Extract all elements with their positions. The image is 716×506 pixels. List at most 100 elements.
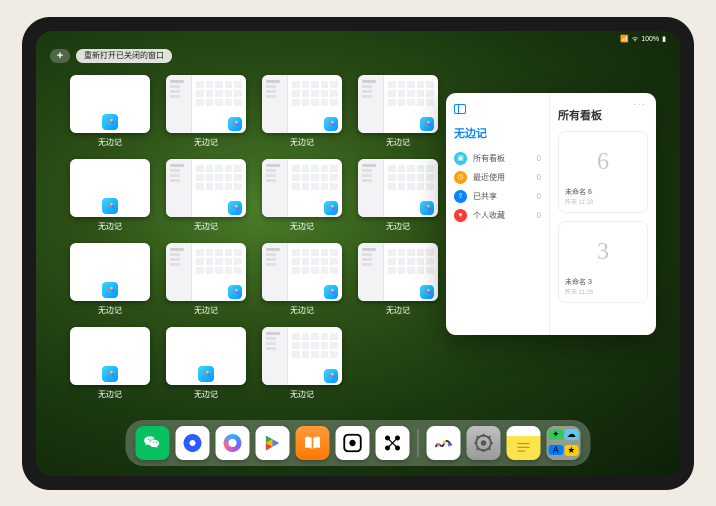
applibrary-icon[interactable]: ✦☁︎ A★ (547, 426, 581, 460)
battery-label: 100% (641, 36, 659, 43)
window-tile-label: 无边记 (194, 305, 218, 316)
window-tile[interactable]: 无边记 (260, 159, 344, 237)
window-tile-label: 无边记 (290, 305, 314, 316)
sidebar-item-label: 所有看板 (473, 153, 505, 164)
sidebar-item[interactable]: ◷最近使用0 (454, 168, 541, 187)
window-tile-label: 无边记 (194, 137, 218, 148)
window-thumbnail (262, 327, 342, 385)
window-tile[interactable]: 无边记 (164, 327, 248, 405)
window-thumbnail (70, 159, 150, 217)
sidebar-item-icon: ♥ (454, 209, 467, 222)
freeform-app-icon (324, 285, 338, 299)
freeform-app-icon (420, 201, 434, 215)
window-thumbnail (70, 75, 150, 133)
sidebar-item-count: 0 (537, 173, 541, 182)
window-tile-label: 无边记 (290, 221, 314, 232)
settings-icon[interactable] (467, 426, 501, 460)
sidebar-item[interactable]: ▣所有看板0 (454, 149, 541, 168)
window-tile-label: 无边记 (194, 221, 218, 232)
window-tile[interactable]: 无边记 (164, 75, 248, 153)
dock-divider (418, 429, 419, 457)
wechat-icon[interactable] (136, 426, 170, 460)
browser2-icon[interactable] (216, 426, 250, 460)
new-window-button[interactable]: + (50, 49, 70, 63)
board-subtitle: 昨天 11:25 (565, 287, 641, 296)
board-sketch: 3 (565, 228, 641, 277)
signal-icon: 📶 (620, 35, 629, 43)
dice-icon[interactable] (336, 426, 370, 460)
window-tile[interactable]: 无边记 (164, 159, 248, 237)
sidebar-item-icon: ⇪ (454, 190, 467, 203)
sidebar-item-label: 最近使用 (473, 172, 505, 183)
window-tile-label: 无边记 (386, 221, 410, 232)
board-title: 未命名 6 (565, 187, 641, 197)
sidebar-item-count: 0 (537, 211, 541, 220)
window-tile[interactable]: 无边记 (356, 243, 440, 321)
wifi-icon: ᯤ (632, 35, 638, 44)
window-tile[interactable]: 无边记 (260, 243, 344, 321)
sidebar-item[interactable]: ⇪ 已共享 0 (454, 187, 541, 206)
window-thumbnail (262, 243, 342, 301)
screen: 📶 ᯤ 100% ▮ + 重新打开已关闭的窗口 无边记无边记无边记无边记无边记无… (36, 31, 680, 476)
freeform-app-icon (420, 285, 434, 299)
freeform-app-icon (324, 117, 338, 131)
battery-icon: ▮ (662, 35, 666, 43)
window-tile[interactable]: 无边记 (68, 243, 152, 321)
freeform-app-icon (102, 198, 118, 214)
reopen-closed-button[interactable]: 重新打开已关闭的窗口 (76, 49, 172, 63)
window-tile[interactable]: 无边记 (356, 159, 440, 237)
window-tile[interactable]: 无边记 (68, 159, 152, 237)
freeform-app-icon (198, 366, 214, 382)
window-tile-label: 无边记 (290, 389, 314, 400)
play-icon[interactable] (256, 426, 290, 460)
more-button[interactable]: ··· (633, 99, 646, 110)
window-tile-label: 无边记 (386, 305, 410, 316)
window-thumbnail (166, 159, 246, 217)
window-thumbnail (166, 75, 246, 133)
freeform-app-icon (102, 114, 118, 130)
window-grid: 无边记无边记无边记无边记无边记无边记无边记无边记无边记无边记无边记无边记无边记无… (68, 75, 448, 405)
window-tile-label: 无边记 (98, 305, 122, 316)
panel-sidebar-title: 无边记 (454, 125, 541, 141)
window-tile[interactable]: 无边记 (68, 327, 152, 405)
freeform-app-icon (102, 282, 118, 298)
board-card[interactable]: 6未命名 6昨天 11:28 (558, 131, 648, 213)
window-tile-label: 无边记 (194, 389, 218, 400)
window-thumbnail (70, 243, 150, 301)
window-thumbnail (70, 327, 150, 385)
dock: ✦☁︎ A★ (126, 420, 591, 466)
window-tile[interactable]: 无边记 (260, 327, 344, 405)
sidebar-item[interactable]: ♥ 个人收藏 0 (454, 206, 541, 225)
window-tile-label: 无边记 (98, 221, 122, 232)
freeform-app-icon (324, 201, 338, 215)
sidebar-item-icon: ▣ (454, 152, 467, 165)
connect-icon[interactable] (376, 426, 410, 460)
app-panel: 无边记 ▣所有看板0◷最近使用0⇪已共享0♥个人收藏0 ··· 所有看板 6未命… (446, 93, 656, 335)
status-bar: 📶 ᯤ 100% ▮ (620, 35, 666, 44)
panel-sidebar: 无边记 ▣所有看板0◷最近使用0⇪已共享0♥个人收藏0 (446, 93, 550, 335)
window-tile[interactable]: 无边记 (260, 75, 344, 153)
sidebar-toggle-icon[interactable] (454, 104, 466, 114)
notes-icon[interactable] (507, 426, 541, 460)
window-tile[interactable]: 无边记 (164, 243, 248, 321)
board-title: 未命名 3 (565, 277, 641, 287)
sidebar-item-label: 已共享 (473, 191, 497, 202)
window-tile-label: 无边记 (290, 137, 314, 148)
top-bar: + 重新打开已关闭的窗口 (50, 49, 172, 63)
window-tile[interactable]: 无边记 (356, 75, 440, 153)
board-subtitle: 昨天 11:28 (565, 197, 641, 206)
freeform-icon[interactable] (427, 426, 461, 460)
window-thumbnail (358, 75, 438, 133)
books-icon[interactable] (296, 426, 330, 460)
window-tile[interactable]: 无边记 (68, 75, 152, 153)
board-card[interactable]: 3未命名 3昨天 11:25 (558, 221, 648, 303)
window-thumbnail (166, 243, 246, 301)
window-tile-label: 无边记 (98, 389, 122, 400)
window-thumbnail (166, 327, 246, 385)
browser1-icon[interactable] (176, 426, 210, 460)
sidebar-item-label: 个人收藏 (473, 210, 505, 221)
sidebar-item-count: 0 (537, 192, 541, 201)
ipad-frame: 📶 ᯤ 100% ▮ + 重新打开已关闭的窗口 无边记无边记无边记无边记无边记无… (22, 17, 694, 490)
window-thumbnail (262, 159, 342, 217)
panel-main: ··· 所有看板 6未命名 6昨天 11:283未命名 3昨天 11:25 (550, 93, 656, 335)
